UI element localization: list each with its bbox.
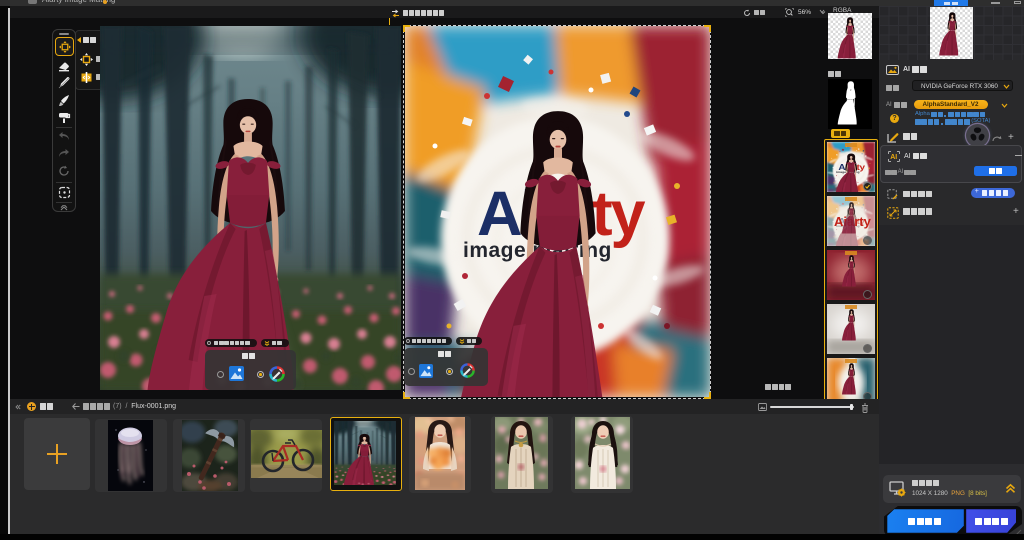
svg-text:AI: AI — [890, 154, 897, 161]
